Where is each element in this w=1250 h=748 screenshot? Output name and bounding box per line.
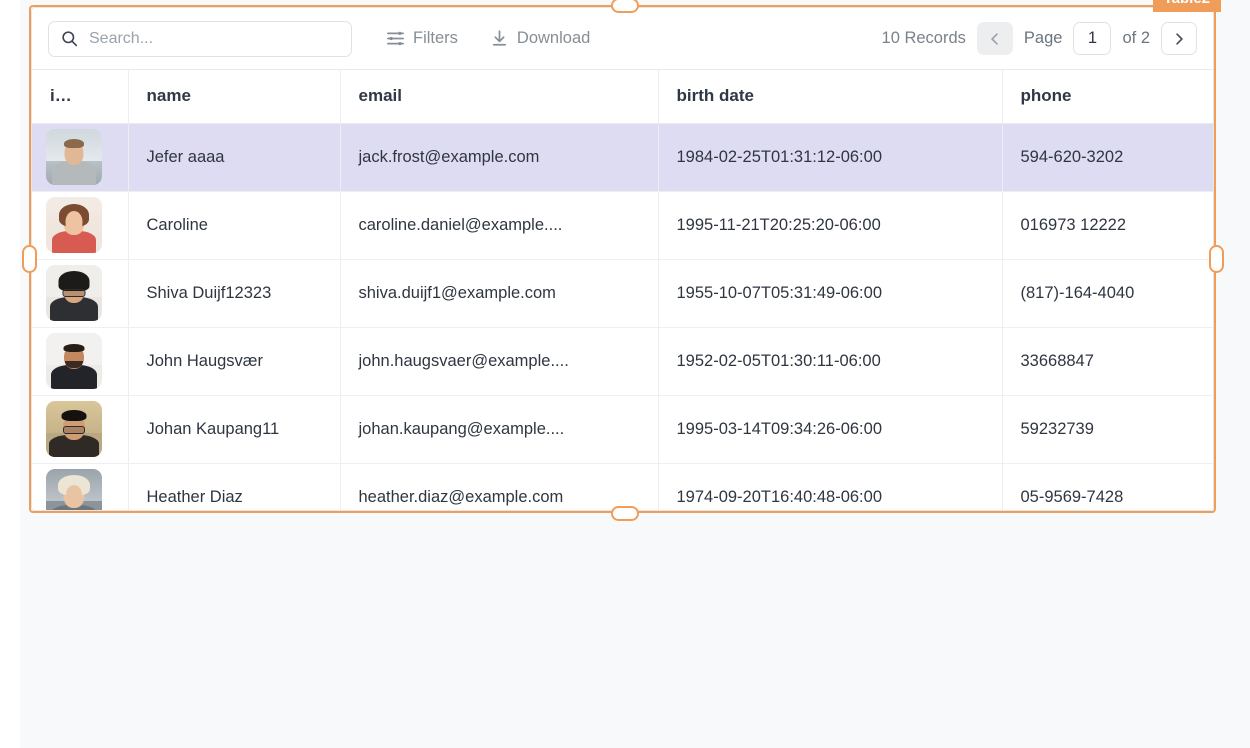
cell-phone: 59232739 (1002, 395, 1213, 463)
cell-phone: 05-9569-7428 (1002, 463, 1213, 511)
download-icon (490, 29, 509, 48)
column-header-image[interactable]: i… (32, 70, 128, 123)
search-icon (61, 30, 78, 47)
cell-email: caroline.daniel@example.... (340, 191, 658, 259)
filters-label: Filters (413, 29, 458, 48)
editor-canvas: Filters Download 10 Records (0, 0, 1250, 748)
column-header-name[interactable]: name (128, 70, 340, 123)
table-row[interactable]: Shiva Duijf12323shiva.duijf1@example.com… (32, 259, 1213, 327)
cell-birth-date: 1984-02-25T01:31:12-06:00 (658, 123, 1002, 191)
table-row[interactable]: John Haugsværjohn.haugsvaer@example....1… (32, 327, 1213, 395)
chevron-left-icon (987, 31, 1003, 47)
cell-email: shiva.duijf1@example.com (340, 259, 658, 327)
component-name-badge[interactable]: Table2 (1153, 0, 1221, 12)
avatar-jefer (46, 129, 102, 185)
avatar-john (46, 333, 102, 389)
cell-phone: (817)-164-4040 (1002, 259, 1213, 327)
table-row[interactable]: Johan Kaupang11johan.kaupang@example....… (32, 395, 1213, 463)
table-row[interactable]: Jefer aaaajack.frost@example.com1984-02-… (32, 123, 1213, 191)
table-component-card[interactable]: Filters Download 10 Records (31, 7, 1214, 511)
resize-handle-top[interactable] (611, 0, 639, 13)
cell-name: Jefer aaaa (128, 123, 340, 191)
table-scroll-area[interactable]: i… name email birth date phone Jefer aaa… (32, 70, 1213, 511)
cell-image (32, 463, 128, 511)
avatar-johan (46, 401, 102, 457)
cell-image (32, 191, 128, 259)
cell-phone: 594-620-3202 (1002, 123, 1213, 191)
avatar-caroline (46, 197, 102, 253)
cell-name: John Haugsvær (128, 327, 340, 395)
cell-image (32, 395, 128, 463)
pagination-controls: 10 Records Page of 2 (882, 22, 1197, 55)
column-header-phone[interactable]: phone (1002, 70, 1213, 123)
chevron-right-icon (1171, 31, 1187, 47)
resize-handle-left[interactable] (22, 245, 37, 273)
records-count-label: 10 Records (882, 29, 966, 48)
cell-phone: 016973 12222 (1002, 191, 1213, 259)
download-label: Download (517, 29, 590, 48)
avatar-heather (46, 469, 102, 511)
data-table: i… name email birth date phone Jefer aaa… (32, 70, 1213, 511)
cell-email: jack.frost@example.com (340, 123, 658, 191)
resize-handle-bottom[interactable] (611, 506, 639, 521)
search-field[interactable] (48, 21, 352, 57)
next-page-button[interactable] (1161, 22, 1197, 55)
header-row: i… name email birth date phone (32, 70, 1213, 123)
table-row[interactable]: Heather Diazheather.diaz@example.com1974… (32, 463, 1213, 511)
cell-name: Shiva Duijf12323 (128, 259, 340, 327)
table-row[interactable]: Carolinecaroline.daniel@example....1995-… (32, 191, 1213, 259)
cell-birth-date: 1974-09-20T16:40:48-06:00 (658, 463, 1002, 511)
cell-birth-date: 1955-10-07T05:31:49-06:00 (658, 259, 1002, 327)
cell-email: johan.kaupang@example.... (340, 395, 658, 463)
avatar-shiva (46, 265, 102, 321)
previous-page-button[interactable] (977, 22, 1013, 55)
page-label: Page (1024, 29, 1063, 48)
search-input[interactable] (87, 29, 327, 49)
resize-handle-right[interactable] (1209, 245, 1224, 273)
cell-name: Caroline (128, 191, 340, 259)
cell-birth-date: 1995-03-14T09:34:26-06:00 (658, 395, 1002, 463)
cell-name: Johan Kaupang11 (128, 395, 340, 463)
cell-name: Heather Diaz (128, 463, 340, 511)
cell-phone: 33668847 (1002, 327, 1213, 395)
cell-birth-date: 1952-02-05T01:30:11-06:00 (658, 327, 1002, 395)
column-header-email[interactable]: email (340, 70, 658, 123)
canvas-left-gutter (0, 0, 20, 748)
download-button[interactable]: Download (488, 25, 592, 52)
page-number-input[interactable] (1073, 22, 1111, 55)
cell-image (32, 327, 128, 395)
column-header-birth-date[interactable]: birth date (658, 70, 1002, 123)
table-body: Jefer aaaajack.frost@example.com1984-02-… (32, 123, 1213, 511)
total-pages-label: of 2 (1122, 29, 1150, 48)
table-header: i… name email birth date phone (32, 70, 1213, 123)
cell-birth-date: 1995-11-21T20:25:20-06:00 (658, 191, 1002, 259)
filters-icon (386, 29, 405, 48)
table-toolbar: Filters Download 10 Records (32, 8, 1213, 70)
cell-image (32, 259, 128, 327)
cell-email: john.haugsvaer@example.... (340, 327, 658, 395)
cell-email: heather.diaz@example.com (340, 463, 658, 511)
cell-image (32, 123, 128, 191)
filters-button[interactable]: Filters (384, 25, 460, 52)
